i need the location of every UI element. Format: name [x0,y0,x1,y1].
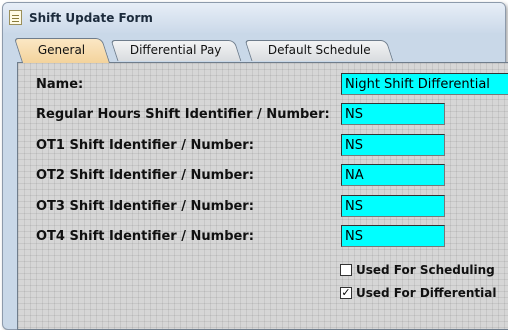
tab-label: Default Schedule [267,43,371,57]
used-for-differential-checkbox[interactable]: ✓ [340,287,352,299]
regular-hours-field[interactable] [341,103,445,125]
title-bar[interactable]: Shift Update Form [3,3,505,33]
tab-default-schedule[interactable]: Default Schedule [244,40,394,61]
used-for-differential-label: Used For Differential [356,286,497,300]
tab-label: General [38,43,86,57]
ot2-field[interactable] [341,164,445,186]
regular-hours-label: Regular Hours Shift Identifier / Number: [36,107,330,122]
tab-general[interactable]: General [13,38,111,63]
general-panel: Name: Regular Hours Shift Identifier / N… [17,62,508,330]
ot1-field[interactable] [341,134,445,156]
tab-label: Differential Pay [130,43,222,57]
form-icon [9,10,22,25]
name-field[interactable] [341,73,508,95]
ot4-label: OT4 Shift Identifier / Number: [36,229,254,244]
tab-strip: Default Schedule Differential Pay Genera… [13,36,506,63]
ot2-label: OT2 Shift Identifier / Number: [36,168,254,183]
tab-differential-pay[interactable]: Differential Pay [110,40,242,61]
used-for-scheduling-label: Used For Scheduling [356,263,495,277]
ot4-field[interactable] [341,225,445,247]
used-for-scheduling-checkbox[interactable] [340,264,352,276]
name-label: Name: [36,77,84,92]
ot1-label: OT1 Shift Identifier / Number: [36,138,254,153]
ot3-field[interactable] [341,195,445,217]
window-title: Shift Update Form [29,11,153,25]
ot3-label: OT3 Shift Identifier / Number: [36,199,254,214]
